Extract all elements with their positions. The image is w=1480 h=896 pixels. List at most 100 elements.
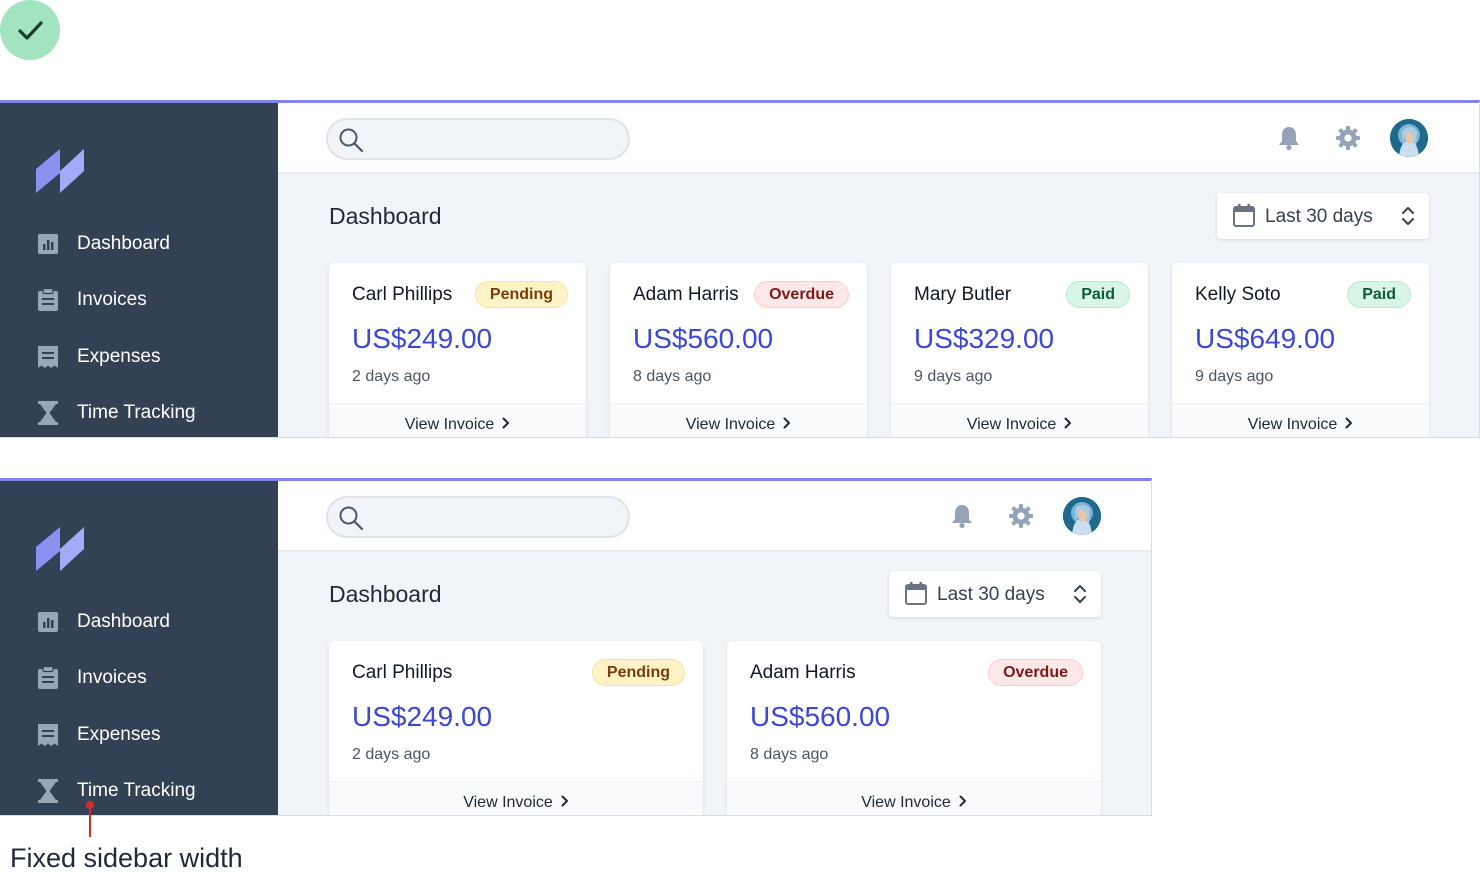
date-range-value: Last 30 days	[937, 584, 1045, 605]
sidebar-item-expenses[interactable]: Expenses	[36, 720, 160, 750]
invoice-card: Carl Phillips Pending US$249.00 2 days a…	[329, 641, 703, 815]
card-footer: View Invoice	[329, 403, 586, 437]
search-input[interactable]	[372, 504, 612, 530]
invoice-age: 2 days ago	[352, 368, 431, 385]
chevron-right-icon	[783, 416, 791, 434]
main-content: Dashboard Last 30 days Carl Phillips Pen…	[278, 103, 1479, 437]
date-range-value: Last 30 days	[1265, 206, 1373, 227]
sidebar-item-label: Expenses	[77, 724, 161, 745]
brand-logo-icon[interactable]	[36, 145, 86, 198]
chevron-up-down-icon	[1401, 205, 1415, 232]
status-badge: Overdue	[754, 281, 849, 308]
clipboard-icon	[36, 288, 60, 312]
customer-name: Mary Butler	[914, 284, 1012, 305]
bell-icon[interactable]	[949, 503, 975, 529]
date-range-select[interactable]: Last 30 days	[1217, 193, 1429, 239]
brand-logo-icon[interactable]	[36, 523, 86, 576]
view-invoice-link[interactable]: View Invoice	[329, 794, 703, 812]
gear-icon[interactable]	[1008, 503, 1034, 529]
customer-name: Adam Harris	[633, 284, 739, 305]
sidebar-item-invoices[interactable]: Invoices	[36, 285, 147, 315]
avatar[interactable]	[1063, 497, 1101, 535]
invoice-age: 2 days ago	[352, 746, 431, 763]
search-box[interactable]	[326, 118, 630, 160]
card-footer: View Invoice	[329, 781, 703, 815]
invoice-card: Mary Butler Paid US$329.00 9 days ago Vi…	[891, 263, 1148, 437]
customer-name: Carl Phillips	[352, 662, 453, 683]
sidebar-item-time-tracking[interactable]: Time Tracking	[36, 398, 196, 428]
invoice-amount: US$329.00	[914, 323, 1055, 354]
calendar-icon	[1233, 204, 1255, 232]
card-footer: View Invoice	[610, 403, 867, 437]
invoice-amount: US$249.00	[352, 701, 493, 732]
check-icon	[0, 0, 60, 60]
view-invoice-label: View Invoice	[685, 416, 776, 434]
customer-name: Carl Phillips	[352, 284, 453, 305]
chart-icon	[36, 232, 60, 256]
view-invoice-link[interactable]: View Invoice	[891, 416, 1148, 434]
sidebar-item-time-tracking[interactable]: Time Tracking	[36, 776, 196, 806]
invoice-card: Carl Phillips Pending US$249.00 2 days a…	[329, 263, 586, 437]
gear-icon[interactable]	[1335, 125, 1361, 151]
view-invoice-label: View Invoice	[1247, 416, 1338, 434]
view-invoice-link[interactable]: View Invoice	[1172, 416, 1429, 434]
main-content: Dashboard Last 30 days Carl Phillips Pen…	[278, 481, 1151, 815]
sidebar-item-expenses[interactable]: Expenses	[36, 342, 160, 372]
sidebar-item-label: Dashboard	[77, 233, 170, 254]
invoice-amount: US$560.00	[633, 323, 774, 354]
view-invoice-label: View Invoice	[404, 416, 495, 434]
search-input[interactable]	[372, 126, 612, 152]
invoice-amount: US$649.00	[1195, 323, 1336, 354]
annotation-label: Fixed sidebar width	[10, 843, 243, 873]
clipboard-icon	[36, 666, 60, 690]
bell-icon[interactable]	[1276, 125, 1302, 151]
search-box[interactable]	[326, 496, 630, 538]
view-invoice-label: View Invoice	[966, 416, 1057, 434]
avatar[interactable]	[1390, 119, 1428, 157]
chevron-right-icon	[1064, 416, 1072, 434]
hourglass-icon	[36, 779, 60, 803]
calendar-icon	[905, 582, 927, 610]
invoice-card: Kelly Soto Paid US$649.00 9 days ago Vie…	[1172, 263, 1429, 437]
customer-name: Adam Harris	[750, 662, 856, 683]
view-invoice-link[interactable]: View Invoice	[610, 416, 867, 434]
status-badge: Pending	[591, 659, 685, 686]
dashboard-narrow-frame: Dashboard Invoices Expenses Time Trackin…	[0, 478, 1152, 816]
page-title: Dashboard	[329, 581, 442, 607]
invoice-amount: US$249.00	[352, 323, 493, 354]
sidebar-item-label: Expenses	[77, 346, 161, 367]
chevron-up-down-icon	[1073, 583, 1087, 610]
sidebar-item-dashboard[interactable]: Dashboard	[36, 607, 170, 637]
sidebar-item-invoices[interactable]: Invoices	[36, 663, 147, 693]
sidebar: Dashboard Invoices Expenses Time Trackin…	[0, 103, 278, 437]
status-badge: Overdue	[988, 659, 1083, 686]
top-bar	[278, 103, 1479, 174]
status-badge: Paid	[1066, 281, 1130, 308]
invoice-amount: US$560.00	[750, 701, 891, 732]
chart-icon	[36, 610, 60, 634]
receipt-icon	[36, 723, 60, 747]
sidebar-item-label: Invoices	[77, 667, 147, 688]
sidebar-item-label: Time Tracking	[77, 402, 196, 423]
status-badge: Pending	[474, 281, 568, 308]
invoice-age: 9 days ago	[914, 368, 993, 385]
invoice-card: Adam Harris Overdue US$560.00 8 days ago…	[727, 641, 1101, 815]
sidebar: Dashboard Invoices Expenses Time Trackin…	[0, 481, 278, 815]
search-icon	[338, 127, 364, 158]
chevron-right-icon	[561, 794, 569, 812]
receipt-icon	[36, 345, 60, 369]
invoice-age: 9 days ago	[1195, 368, 1274, 385]
view-invoice-link[interactable]: View Invoice	[329, 416, 586, 434]
date-range-select[interactable]: Last 30 days	[889, 571, 1101, 617]
sidebar-item-label: Invoices	[77, 289, 147, 310]
sidebar-item-label: Dashboard	[77, 611, 170, 632]
chevron-right-icon	[1345, 416, 1353, 434]
sidebar-item-dashboard[interactable]: Dashboard	[36, 229, 170, 259]
page-title: Dashboard	[329, 203, 442, 229]
chevron-right-icon	[502, 416, 510, 434]
customer-name: Kelly Soto	[1195, 284, 1281, 305]
view-invoice-label: View Invoice	[463, 794, 553, 812]
view-invoice-link[interactable]: View Invoice	[727, 794, 1101, 812]
hourglass-icon	[36, 401, 60, 425]
invoice-age: 8 days ago	[750, 746, 829, 763]
